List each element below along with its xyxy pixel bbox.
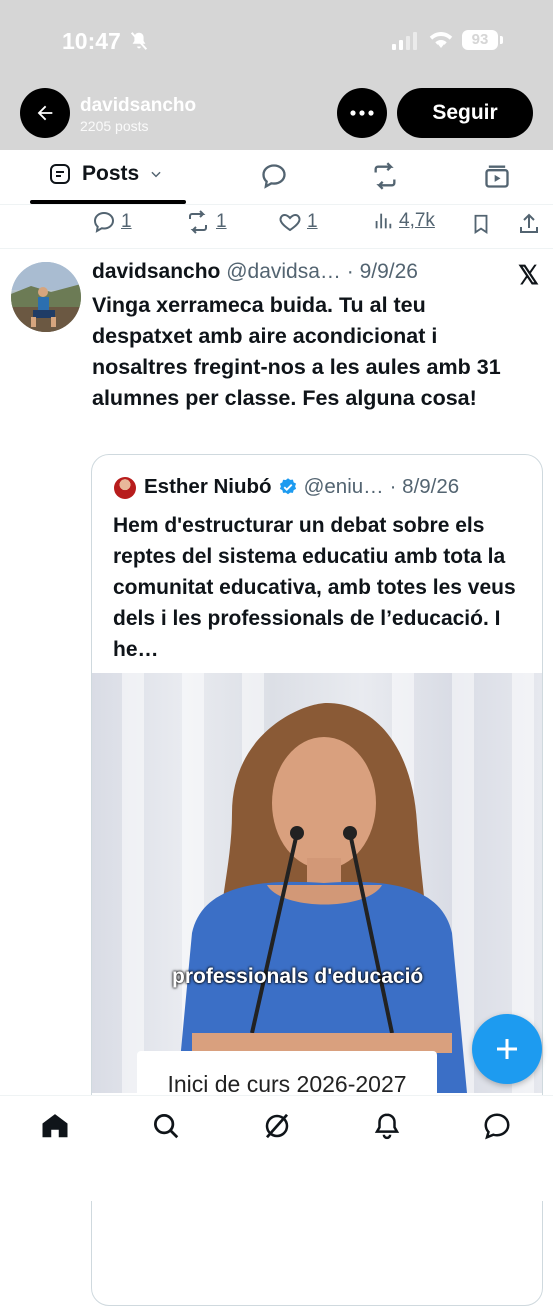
search-icon[interactable] (151, 1111, 181, 1141)
tab-replies-icon[interactable] (260, 162, 288, 190)
repost-icon (189, 210, 207, 234)
battery-indicator: 93 (462, 30, 498, 50)
notifications-bell-icon[interactable] (372, 1111, 402, 1141)
quoted-tweet-header: Esther Niubó @eniu… · 8/9/26 (144, 475, 459, 499)
tab-videos-icon[interactable] (483, 162, 511, 190)
like-count: 1 (307, 211, 318, 232)
home-icon[interactable] (40, 1111, 70, 1141)
silent-bell-icon (130, 32, 148, 50)
video-frame (177, 703, 467, 1093)
battery-tip (500, 36, 503, 44)
repost-action[interactable]: 1 (185, 210, 227, 234)
x-logo-icon: 𝕏 (518, 260, 539, 290)
reply-icon (93, 211, 115, 233)
share-icon[interactable] (517, 212, 541, 236)
posts-icon (50, 164, 70, 184)
video-caption: professionals d'educació (172, 965, 424, 988)
repost-count: 1 (216, 211, 227, 232)
arrow-left-icon (37, 105, 53, 121)
tab-posts-label: Posts (82, 162, 140, 185)
bottom-navigation (0, 1095, 553, 1201)
quoted-video[interactable]: professionals d'educació Inici de curs 2… (92, 673, 542, 1093)
tweet-date[interactable]: · 9/9/26 (347, 260, 418, 283)
chevron-down-icon (151, 171, 161, 178)
wifi-icon (429, 32, 453, 48)
verified-badge-icon (279, 478, 296, 495)
heart-icon (279, 213, 301, 232)
tab-posts[interactable]: Posts (48, 162, 163, 186)
grok-icon[interactable] (262, 1111, 292, 1141)
quoted-author-avatar (114, 477, 136, 499)
back-button[interactable] (20, 88, 70, 138)
compose-button[interactable] (472, 1014, 542, 1084)
status-time: 10:47 (62, 28, 121, 54)
status-bar: 10:47 93 (0, 0, 553, 80)
tweet-author-name[interactable]: davidsancho (92, 260, 220, 283)
profile-header: davidsancho 2205 posts Seguir (0, 85, 553, 145)
header-name: davidsancho (80, 95, 197, 116)
tweet-author-handle[interactable]: @davidsa… (226, 260, 341, 283)
quoted-author-handle: @eniu… (303, 475, 384, 498)
more-dots-icon (350, 110, 374, 116)
follow-button[interactable]: Seguir (397, 88, 533, 138)
tab-reposts-icon[interactable] (370, 162, 400, 190)
reply-count: 1 (121, 211, 132, 232)
video-lower-third: Inici de curs 2026-2027 (137, 1051, 437, 1093)
avatar-photo (11, 262, 81, 332)
tweet-header: davidsancho @davidsa… · 9/9/26 (92, 260, 418, 284)
quoted-tweet-date: · 8/9/26 (389, 475, 460, 498)
views-action[interactable]: 4,7k (372, 210, 435, 232)
plus-icon (497, 1039, 517, 1059)
views-chart-icon (375, 213, 392, 229)
bookmark-icon[interactable] (470, 212, 492, 236)
signal-icon (392, 32, 418, 50)
more-options-button[interactable] (337, 88, 387, 138)
tweet-text: Vinga xerrameca buida. Tu al teu despatx… (92, 293, 501, 410)
previous-tweet-actions: 1 1 1 4,7k (0, 204, 553, 249)
reply-action[interactable]: 1 (92, 210, 132, 234)
quoted-tweet-text: Hem d'estructurar un debat sobre els rep… (113, 514, 516, 661)
profile-tabs: Posts (0, 150, 553, 205)
messages-icon[interactable] (482, 1111, 512, 1141)
tweet-author-avatar[interactable] (11, 262, 81, 332)
header-posts-count: 2205 posts (80, 118, 149, 134)
top-area: 10:47 93 davidsancho 2205 posts Seguir (0, 0, 553, 150)
like-action[interactable]: 1 (278, 210, 318, 234)
quoted-author-name: Esther Niubó (144, 475, 272, 498)
views-count: 4,7k (399, 210, 435, 231)
